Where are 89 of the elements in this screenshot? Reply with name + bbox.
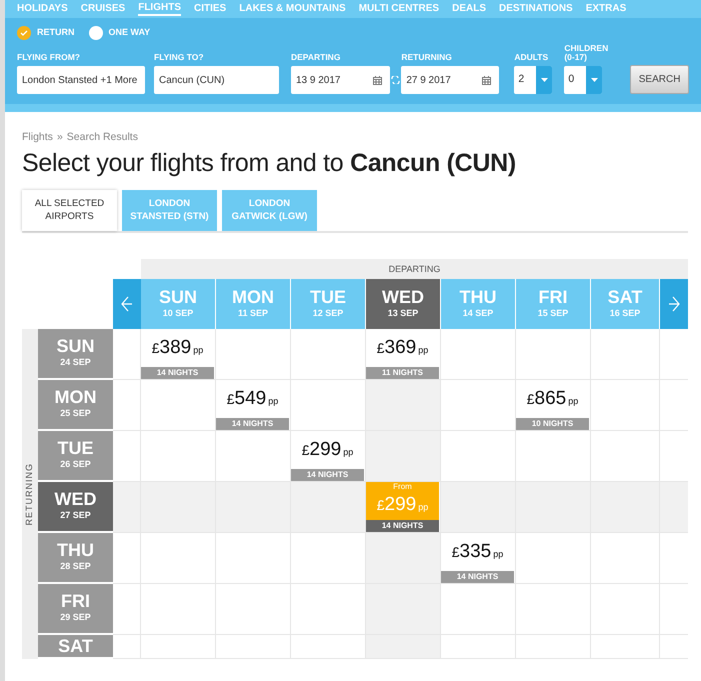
nights-label: 14 NIGHTS [141,366,214,379]
caret-icon [540,78,548,82]
departing-day-header[interactable]: THU 14 SEP [441,278,516,329]
radio-button[interactable] [17,26,31,40]
nights-label: 14 NIGHTS [291,468,364,481]
grid-cell [113,482,141,533]
radio-button[interactable] [88,26,102,40]
grid-cell [113,532,141,584]
nav-link[interactable]: FLIGHTS [138,2,181,16]
breadcrumb-separator: » [56,130,63,145]
grid-cell [591,532,660,584]
nights-label: 14 NIGHTS [366,520,439,532]
search-button[interactable]: SEARCH [630,65,689,94]
date-field[interactable]: 27 9 2017 [401,66,500,94]
dropdown[interactable]: 2 [514,66,552,94]
from-label: From [393,482,412,491]
date-field[interactable]: 13 9 2017 [291,66,390,94]
field-sublabel: (0-17) [564,53,588,62]
nights-label: 10 NIGHTS [516,418,589,430]
input-field[interactable]: London Stansted +1 More [17,66,145,94]
caret-icon [590,78,598,82]
departing-label: DEPARTING [141,258,688,279]
departing-day-header[interactable]: MON 11 SEP [216,278,291,329]
price: £299 pp [376,493,428,517]
breadcrumb-link[interactable]: Flights [22,130,53,146]
dropdown[interactable]: 0 [564,66,602,94]
left-arrow-icon [121,294,133,313]
field-label: DEPARTING [291,53,342,62]
departing-day-header[interactable]: SAT 16 SEP [591,278,660,329]
grid-cell [113,634,141,659]
price: £549 pp [226,386,278,410]
price: £865 pp [526,386,578,410]
calendar-icon [373,76,382,85]
field-label: CHILDREN [564,44,608,53]
grid-cell [113,380,141,431]
radio-label: RETURN [37,26,74,40]
departing-day-header[interactable]: TUE 12 SEP [291,278,366,329]
price: £335 pp [452,540,504,564]
returning-day-header[interactable]: WED 27 SEP [38,482,113,533]
nav-link[interactable]: MULTI CENTRES [358,3,440,15]
departing-day-header[interactable]: FRI 15 SEP [516,278,591,329]
nights-label: 14 NIGHTS [216,418,289,430]
radio-label: ONE WAY [108,26,150,40]
price-cell[interactable]: From £299 pp 14 NIGHTS [366,482,439,532]
returning-day-header[interactable]: FRI 29 SEP [38,584,113,635]
grid-cell [591,584,660,635]
nav-link[interactable]: LAKES & MOUNTAINS [239,3,346,15]
returning-day-header[interactable]: THU 28 SEP [38,532,113,584]
grid-cell [113,430,141,482]
previous-arrow-button[interactable] [113,278,141,329]
nav-link[interactable]: CITIES [194,3,226,15]
grid-cell [591,430,660,482]
returning-day-header[interactable]: TUE 26 SEP [38,430,113,482]
airport-tab[interactable]: LONDON STANSTED (STN) [122,190,217,231]
check-icon [20,30,28,36]
price: £299 pp [302,438,354,462]
price: £369 pp [376,336,428,360]
returning-day-header[interactable]: MON 25 SEP [38,380,113,431]
returning-day-header[interactable]: SAT [38,634,113,659]
returning-label: RETURNING [22,328,38,659]
nav-link[interactable]: CRUISES [80,3,126,15]
nights-label: 11 NIGHTS [366,366,439,379]
airport-tab[interactable]: LONDON GATWICK (LGW) [222,190,317,231]
next-arrow-button[interactable] [660,278,688,329]
departing-day-header[interactable]: SUN 10 SEP [141,278,216,329]
grid-cell [591,328,660,380]
returning-day-header[interactable]: SUN 24 SEP [38,328,113,380]
airport-tab[interactable]: ALL SELECTED AIRPORTS [22,190,117,231]
calendar-icon [482,76,492,85]
nights-label: 14 NIGHTS [441,570,514,583]
nav-link[interactable]: DESTINATIONS [499,3,573,15]
swap-arrows-icon [391,76,400,84]
page-title: Select your flights from and to Cancun (CUN) [22,148,517,178]
grid-cell [113,584,141,635]
nav-link[interactable]: EXTRAS [586,3,626,15]
field-label: RETURNING [401,53,453,62]
field-label: ADULTS [514,53,550,62]
breadcrumb-current: Search Results [66,130,138,145]
grid-cell [591,482,660,533]
field-label: FLYING TO? [154,53,205,62]
nav-link[interactable]: HOLIDAYS [17,3,68,15]
grid-cell [660,482,688,533]
departing-day-header[interactable]: WED 13 SEP [366,278,441,329]
field-label: FLYING FROM? [17,53,81,62]
price: £389 pp [152,336,204,360]
grid-cell [591,634,660,659]
right-arrow-icon [668,294,680,313]
nav-link[interactable]: DEALS [452,3,486,15]
input-field[interactable]: Cancun (CUN) [154,66,279,94]
